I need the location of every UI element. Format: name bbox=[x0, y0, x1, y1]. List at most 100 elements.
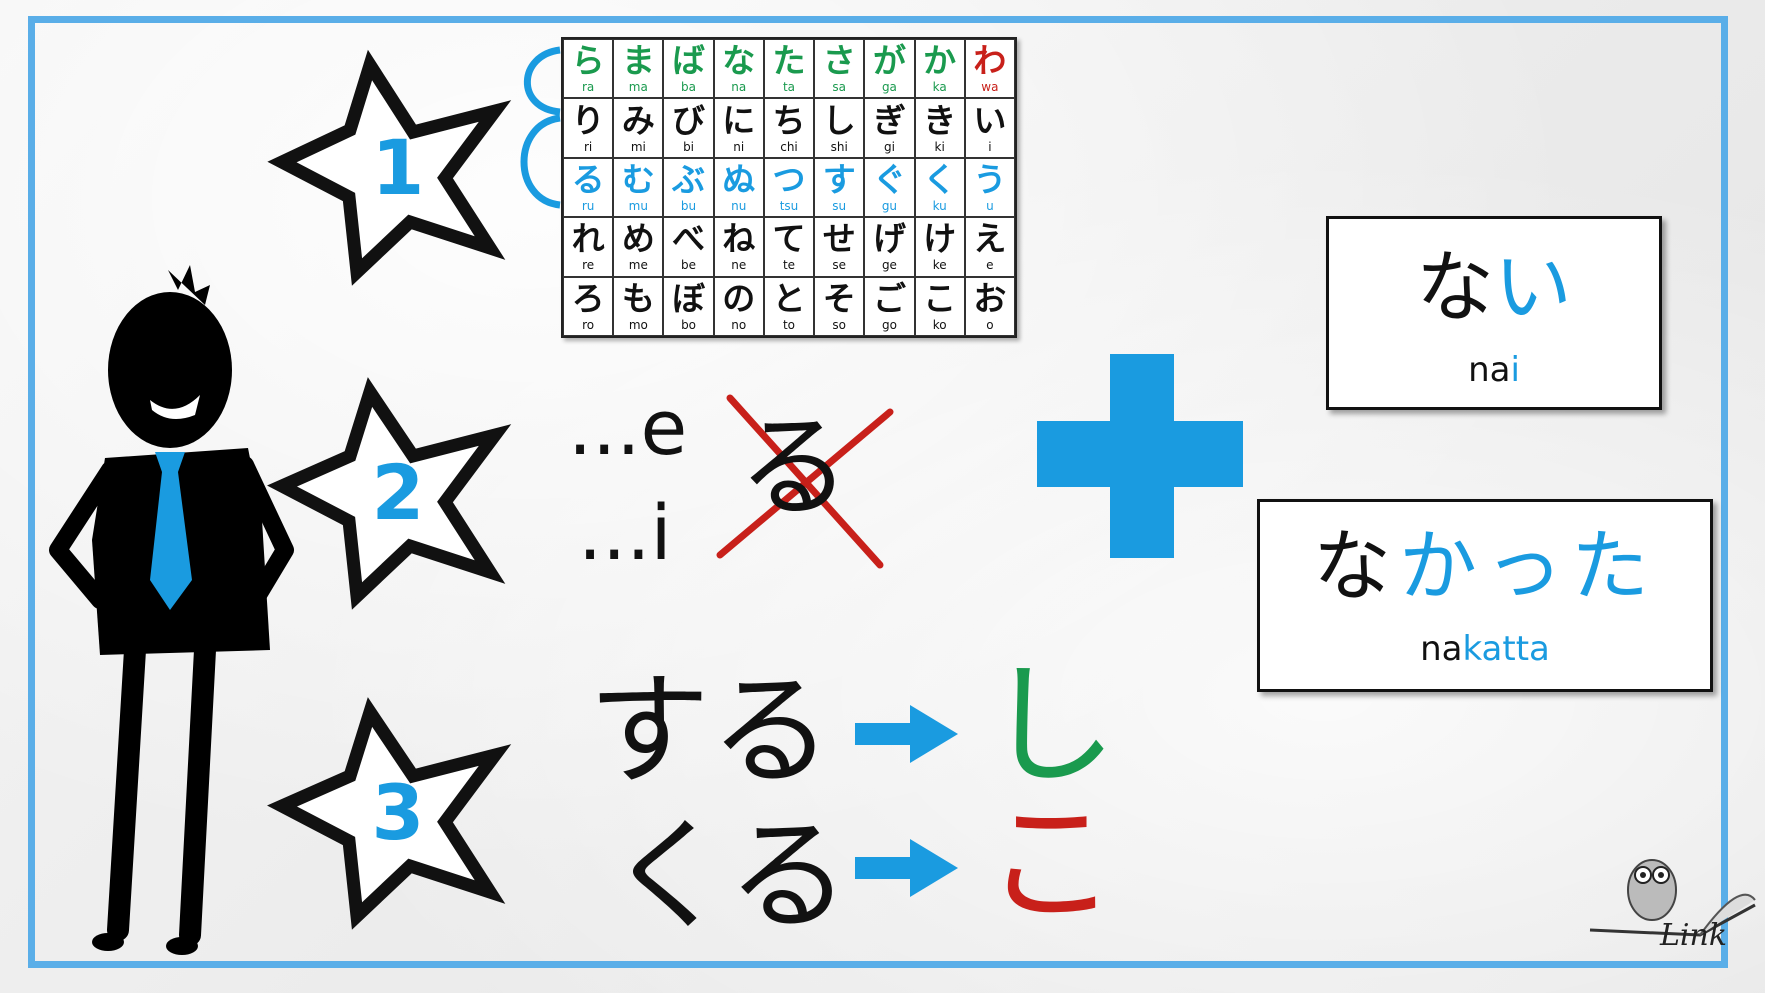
kana-char: て bbox=[772, 219, 806, 259]
kana-cell: に ni bbox=[713, 98, 764, 158]
kana-cell: ぎ gi bbox=[864, 98, 915, 158]
step-number-1: 1 bbox=[371, 123, 425, 212]
kana-cell: と to bbox=[763, 276, 815, 336]
kana-romaji: wa bbox=[981, 80, 999, 95]
kana-romaji: ke bbox=[932, 258, 947, 273]
kana-char: め bbox=[621, 219, 655, 259]
kana-char: き bbox=[923, 100, 957, 140]
kana-romaji: so bbox=[832, 317, 847, 332]
kana-char: ろ bbox=[571, 278, 605, 318]
kana-romaji: ro bbox=[582, 317, 595, 332]
kana-romaji: chi bbox=[780, 139, 798, 154]
kana-romaji: nu bbox=[731, 198, 747, 213]
kana-char: の bbox=[722, 278, 756, 318]
kana-romaji: ma bbox=[628, 80, 648, 95]
kana-romaji: ga bbox=[881, 80, 897, 95]
kana-cell: ば ba bbox=[663, 39, 714, 99]
kana-cell: ね ne bbox=[713, 217, 764, 277]
kana-char: ね bbox=[722, 219, 756, 259]
kana-cell: く ku bbox=[914, 157, 965, 218]
kana-romaji: ra bbox=[581, 80, 595, 95]
nakatta-box: なかった nakatta bbox=[1257, 499, 1713, 692]
kana-romaji: bi bbox=[683, 139, 695, 154]
kana-romaji: ku bbox=[932, 198, 947, 213]
nai-kana: ない bbox=[1415, 243, 1573, 333]
kana-cell: いi bbox=[964, 98, 1015, 158]
kana-cell: さ sa bbox=[814, 39, 865, 99]
kana-romaji: ri bbox=[583, 139, 593, 154]
kana-cell: の no bbox=[713, 276, 764, 336]
kana-cell: き ki bbox=[914, 98, 965, 158]
kana-cell: び bi bbox=[663, 98, 714, 158]
kana-char: み bbox=[621, 100, 655, 140]
kana-char: ご bbox=[872, 278, 906, 318]
logo-text: Link bbox=[1660, 918, 1728, 953]
kana-char: す bbox=[822, 159, 856, 199]
kana-char: る bbox=[571, 159, 605, 199]
kana-cell: ぶ bu bbox=[663, 157, 714, 218]
kana-cell: か ka bbox=[914, 39, 965, 99]
kana-char: ら bbox=[571, 41, 605, 81]
kana-cell: げ ge bbox=[864, 217, 915, 277]
kana-romaji: tsu bbox=[779, 198, 799, 213]
kana-romaji: bo bbox=[681, 317, 697, 332]
kana-romaji: u bbox=[986, 198, 994, 213]
kana-char: べ bbox=[672, 219, 706, 259]
kana-romaji: be bbox=[681, 258, 697, 273]
kana-char: こ bbox=[923, 278, 957, 318]
kana-char: し bbox=[822, 100, 856, 140]
kana-cell: て te bbox=[763, 217, 815, 277]
kana-char: に bbox=[722, 100, 756, 140]
kana-romaji: su bbox=[832, 198, 847, 213]
kana-char: わ bbox=[973, 41, 1007, 81]
kana-romaji: ko bbox=[932, 317, 947, 332]
kana-chart: ら ra ま ma ば ba な na た ta さ sa が ga か ka わ wa り ri み mi び bi に ni ち… bbox=[561, 37, 1017, 338]
kana-romaji: mo bbox=[628, 317, 648, 332]
kana-char: せ bbox=[822, 219, 856, 259]
kana-cell: す su bbox=[814, 157, 865, 218]
kana-char: も bbox=[621, 278, 655, 318]
kana-cell: えe bbox=[964, 217, 1015, 277]
kana-cell: り ri bbox=[563, 98, 614, 158]
kana-romaji: go bbox=[881, 317, 897, 332]
kana-cell: し shi bbox=[814, 98, 865, 158]
kana-char: ち bbox=[772, 100, 806, 140]
kana-char: そ bbox=[822, 278, 856, 318]
kana-char: ま bbox=[621, 41, 655, 81]
kana-romaji: shi bbox=[830, 139, 848, 154]
kana-romaji: ru bbox=[581, 198, 595, 213]
kana-cell: ち chi bbox=[763, 98, 815, 158]
kana-cell: る ru bbox=[563, 157, 614, 218]
kana-char: む bbox=[621, 159, 655, 199]
kana-romaji: sa bbox=[832, 80, 847, 95]
kana-char: け bbox=[923, 219, 957, 259]
kana-romaji: gi bbox=[883, 139, 895, 154]
kana-char: れ bbox=[571, 219, 605, 259]
kana-char: な bbox=[722, 41, 756, 81]
kana-cell: れ re bbox=[563, 217, 614, 277]
kana-cell: おo bbox=[964, 276, 1015, 336]
arrow-icon-1 bbox=[855, 705, 958, 763]
kana-romaji: to bbox=[782, 317, 796, 332]
kana-romaji: gu bbox=[881, 198, 898, 213]
kana-cell: ら ra bbox=[563, 39, 614, 99]
kana-romaji: ki bbox=[934, 139, 945, 154]
crossed-ru: る bbox=[738, 403, 850, 533]
kana-romaji: ne bbox=[731, 258, 747, 273]
suffix-e: ...e bbox=[568, 383, 688, 472]
kana-cell: こ ko bbox=[914, 276, 965, 336]
kana-cell: べ be bbox=[663, 217, 714, 277]
plus-icon bbox=[1037, 354, 1243, 558]
kuru-word: くる bbox=[608, 805, 850, 947]
kana-cell: が ga bbox=[864, 39, 915, 99]
kana-cell: な na bbox=[713, 39, 764, 99]
kana-char: た bbox=[772, 41, 806, 81]
kana-cell: ぐ gu bbox=[864, 157, 915, 218]
nai-romaji: nai bbox=[1468, 350, 1520, 390]
kana-char: ぐ bbox=[872, 159, 906, 199]
kana-romaji: bu bbox=[680, 198, 697, 213]
kana-cell: わ wa bbox=[964, 39, 1015, 99]
suru-word: する bbox=[588, 660, 832, 802]
bracket-icon-2 bbox=[520, 114, 561, 209]
kana-char: さ bbox=[822, 41, 856, 81]
